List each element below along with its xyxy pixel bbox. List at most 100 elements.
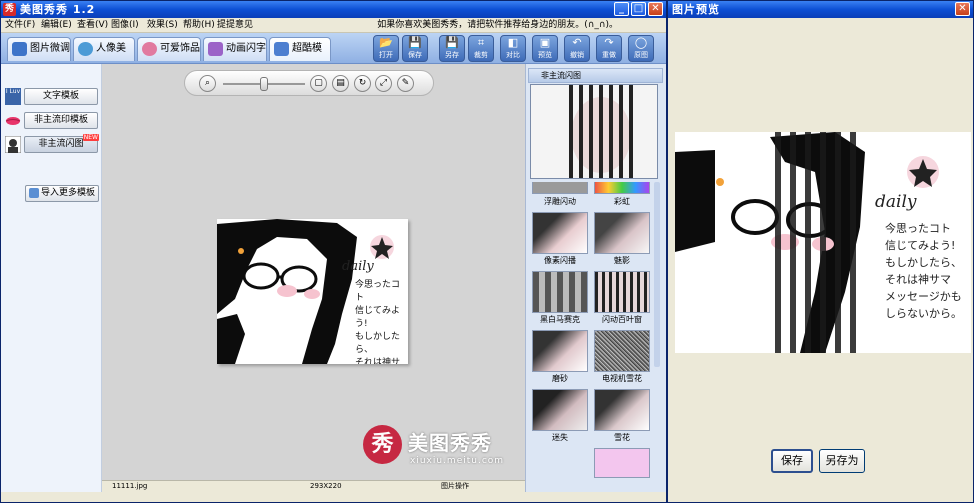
preview-save-as-button[interactable]: 另存为 bbox=[819, 449, 865, 473]
menu-feedback[interactable]: 提提意见 bbox=[217, 19, 253, 32]
preview-caption-line: それは神サマ bbox=[885, 273, 951, 286]
tab-cute-accessories[interactable]: 可爱饰品 bbox=[137, 37, 201, 61]
tool-label: 保存 bbox=[408, 51, 422, 59]
tool-label: 另存 bbox=[445, 51, 459, 59]
preview-caption-line: メッセージかも bbox=[885, 290, 962, 303]
thumb-pixel[interactable] bbox=[532, 212, 588, 254]
tab-photo-adjust[interactable]: 图片微调 bbox=[7, 37, 71, 61]
effect-preview-art bbox=[531, 85, 657, 178]
thumb-rainbow[interactable] bbox=[594, 182, 650, 194]
resize-icon[interactable]: ⤢ bbox=[375, 75, 392, 92]
preview-button[interactable]: ▣ 预览 bbox=[532, 35, 558, 62]
close-button[interactable]: ✕ bbox=[648, 2, 663, 16]
main-title-bar[interactable]: 秀 美图秀秀 1.2 _ □ ✕ bbox=[1, 1, 666, 18]
photo-doodle-word: daily bbox=[342, 259, 374, 274]
save-button[interactable]: 💾 保存 bbox=[402, 35, 428, 62]
app-logo-icon: 秀 bbox=[3, 3, 16, 16]
thumb-blinds[interactable] bbox=[594, 271, 650, 313]
pen-icon[interactable]: ✎ bbox=[397, 75, 414, 92]
promo-text: 如果你喜欢美图秀秀，请把软件推荐给身边的朋友。(∩_∩)。 bbox=[377, 20, 618, 30]
tool-label: 打开 bbox=[379, 51, 393, 59]
original-button[interactable]: ◯ 原图 bbox=[628, 35, 654, 62]
preview-caption-line: しらないから。 bbox=[885, 307, 962, 320]
redo-button[interactable]: ↷ 重做 bbox=[596, 35, 622, 62]
menu-image[interactable]: 图像(I) bbox=[111, 19, 139, 32]
thumb-ghost[interactable] bbox=[594, 212, 650, 254]
open-folder-icon: 📂 bbox=[379, 36, 393, 49]
compare-button[interactable]: ◧ 对比 bbox=[500, 35, 526, 62]
menu-effects[interactable]: 效果(S) bbox=[147, 19, 178, 32]
status-filename: 11111.jpg bbox=[112, 482, 148, 490]
menu-help[interactable]: 帮助(H) bbox=[183, 19, 215, 32]
text-template-button[interactable]: 文字模板 bbox=[24, 88, 98, 105]
app-title: 美图秀秀 1.2 bbox=[20, 3, 96, 16]
tool-label: 重做 bbox=[602, 51, 616, 59]
thumb-snow[interactable] bbox=[594, 389, 650, 431]
original-icon: ◯ bbox=[634, 36, 648, 49]
edited-photo: daily 今思ったコト 信じてみよう! もしかしたら、 それは神サマ メッセー… bbox=[217, 219, 408, 364]
lips-icon bbox=[5, 112, 21, 129]
thumb-tv-snow[interactable] bbox=[594, 330, 650, 372]
fit-view-icon[interactable]: ▢ bbox=[310, 75, 327, 92]
toolbar: 图片微调 人像美容 可爱饰品 动画闪字 超酷模板 📂 打开 💾 保存 💾 另 bbox=[1, 33, 666, 76]
thumb-bw-mosaic[interactable] bbox=[532, 271, 588, 313]
preview-caption-line: 今思ったコト bbox=[885, 222, 951, 235]
crop-icon: ⌗ bbox=[477, 36, 485, 49]
status-bar: 11111.jpg 293X220 图片操作 bbox=[102, 480, 525, 492]
stamp-template-button[interactable]: 非主流印模板 bbox=[24, 112, 98, 129]
tab-portrait-beauty[interactable]: 人像美容 bbox=[73, 37, 135, 76]
effects-panel-header: 非主流闪图 bbox=[528, 68, 663, 83]
rotate-icon[interactable]: ↻ bbox=[354, 75, 371, 92]
tool-label: 预览 bbox=[538, 51, 552, 59]
save-as-button[interactable]: 💾 另存 bbox=[439, 35, 465, 62]
flash-template-button[interactable]: 非主流闪图 NEW bbox=[24, 134, 99, 153]
meitu-watermark: 秀 美图秀秀 xiuxiu.meitu.com bbox=[363, 425, 548, 473]
thumb-next[interactable] bbox=[594, 448, 650, 478]
thumb-frosted[interactable] bbox=[532, 330, 588, 372]
template-panel: I Luv 文字模板 非主流印模板 非主流闪图 NEW 导入更多模板 bbox=[1, 64, 102, 492]
zoom-toolbar: ⌕ ▢ ▤ ↻ ⤢ ✎ bbox=[184, 70, 434, 96]
preview-save-button[interactable]: 保存 bbox=[771, 449, 813, 473]
image-canvas[interactable]: ⌕ ▢ ▤ ↻ ⤢ ✎ daily 今思ったコト 信じてみよう! もしかしたら、… bbox=[102, 64, 525, 480]
effect-large-preview bbox=[530, 84, 658, 179]
menu-edit[interactable]: 编辑(E) bbox=[41, 19, 72, 32]
thumb-label-emboss: 浮雕闪动 bbox=[544, 197, 576, 206]
thumb-label-rainbow: 彩虹 bbox=[614, 197, 630, 206]
caption-line: それは神サマ bbox=[355, 358, 401, 364]
tool-label: 原图 bbox=[634, 51, 648, 59]
minimize-button[interactable]: _ bbox=[614, 2, 629, 16]
thumb-label-frosted: 磨砂 bbox=[552, 374, 568, 383]
preview-image: 今思ったコト 信じてみよう! もしかしたら、 それは神サマ メッセージかも しら… bbox=[675, 132, 971, 353]
tab-label: 可爱饰品 bbox=[160, 43, 200, 54]
thumb-label-ghost: 魅影 bbox=[614, 256, 630, 265]
open-button[interactable]: 📂 打开 bbox=[373, 35, 399, 62]
tab-animated-text[interactable]: 动画闪字 bbox=[203, 37, 267, 61]
menu-view[interactable]: 查看(V) bbox=[77, 19, 108, 32]
preview-caption: 今思ったコト 信じてみよう! もしかしたら、 それは神サマ メッセージかも しら… bbox=[885, 220, 962, 322]
portrait-icon bbox=[78, 42, 93, 56]
effects-scrollbar[interactable] bbox=[654, 182, 660, 367]
tool-label: 撤销 bbox=[570, 51, 584, 59]
tab-label: 动画闪字 bbox=[226, 43, 266, 54]
main-window: 秀 美图秀秀 1.2 _ □ ✕ 文件(F) 编辑(E) 查看(V) 图像(I)… bbox=[0, 0, 667, 503]
preview-doodle-word: daily bbox=[875, 192, 917, 212]
menu-bar: 文件(F) 编辑(E) 查看(V) 图像(I) 效果(S) 帮助(H) 提提意见… bbox=[1, 18, 666, 33]
zoom-magnifier-icon[interactable]: ⌕ bbox=[199, 75, 216, 92]
thumb-emboss[interactable] bbox=[532, 182, 588, 194]
preview-close-button[interactable]: ✕ bbox=[955, 2, 970, 16]
crop-button[interactable]: ⌗ 裁剪 bbox=[468, 35, 494, 62]
actual-size-icon[interactable]: ▤ bbox=[332, 75, 349, 92]
undo-button[interactable]: ↶ 撤销 bbox=[564, 35, 590, 62]
maximize-button[interactable]: □ bbox=[631, 2, 646, 16]
zoom-slider-thumb[interactable] bbox=[260, 77, 268, 91]
import-more-label: 导入更多模板 bbox=[40, 188, 95, 198]
preview-title-bar[interactable]: 图片预览 ✕ bbox=[668, 1, 973, 18]
undo-icon: ↶ bbox=[572, 36, 582, 49]
import-more-button[interactable]: 导入更多模板 bbox=[25, 185, 99, 202]
adjust-icon bbox=[12, 42, 27, 56]
tab-cool-templates[interactable]: 超酷模板 bbox=[269, 37, 331, 76]
meitu-logo-icon: 秀 bbox=[363, 425, 402, 464]
menu-file[interactable]: 文件(F) bbox=[5, 19, 35, 32]
redo-icon: ↷ bbox=[604, 36, 614, 49]
compare-icon: ◧ bbox=[507, 36, 519, 49]
